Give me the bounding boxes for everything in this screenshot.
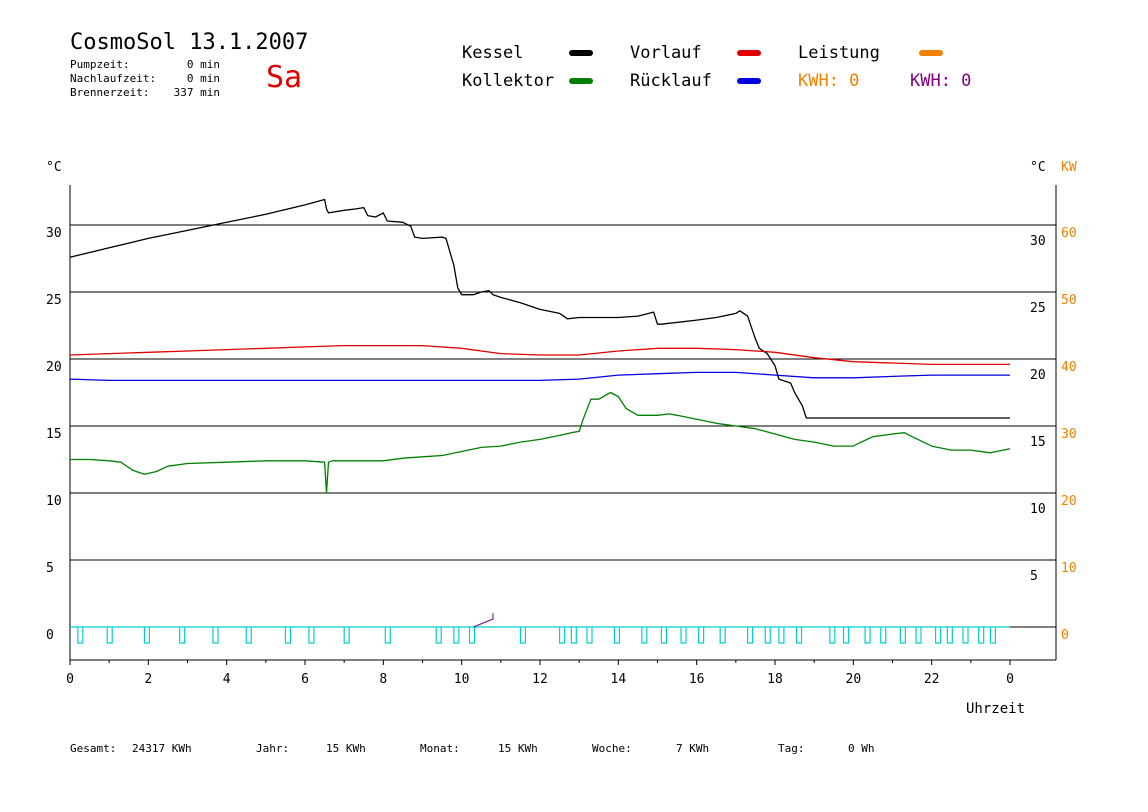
pump-pulse <box>962 627 969 644</box>
pump-pulse <box>978 627 985 644</box>
y-tick-label-kw: 50 <box>1061 293 1077 308</box>
y-tick-label-right: 30 <box>1030 234 1046 249</box>
footer-monat-value: 15 KWh <box>498 742 538 755</box>
y-tick-label-left: 5 <box>46 561 54 576</box>
x-tick-label: 0 <box>1006 672 1014 687</box>
pump-pulse <box>989 627 997 644</box>
x-tick-label: 14 <box>611 672 627 687</box>
x-tick-label: 16 <box>689 672 705 687</box>
x-tick-label: 6 <box>301 672 309 687</box>
series-line-kessel <box>69 198 1010 419</box>
pump-pulse <box>680 627 687 644</box>
pump-pulse <box>106 627 113 644</box>
y-tick-label-kw: 30 <box>1061 427 1077 442</box>
footer-woche-label: Woche: <box>592 742 632 755</box>
pump-pulse <box>864 627 871 644</box>
footer-woche-value: 7 KWh <box>676 742 710 755</box>
footer-monat-label: Monat: <box>420 742 460 755</box>
footer-gesamt-label: Gesamt: <box>70 742 117 755</box>
x-tick-label: 10 <box>454 672 470 687</box>
y-tick-label-left: 20 <box>46 360 62 375</box>
pump-pulse <box>915 627 922 644</box>
pump-pulse <box>880 627 887 644</box>
pump-pulse <box>77 627 84 644</box>
pump-pulse <box>570 627 577 644</box>
y-tick-label-kw: 0 <box>1061 628 1069 643</box>
pump-pulse <box>660 627 668 644</box>
y-tick-label-kw: 40 <box>1061 360 1077 375</box>
pump-pulse <box>842 627 850 644</box>
footer-stats: Gesamt: 24317 KWh Jahr: 15 KWh Monat: 15… <box>70 742 970 758</box>
y-tick-label-left: 30 <box>46 226 62 241</box>
x-tick-label: 2 <box>144 672 152 687</box>
y-axis-unit-right: °C <box>1030 160 1046 175</box>
footer-tag-value: 0 Wh <box>848 742 875 755</box>
pump-pulse <box>899 627 906 644</box>
pump-pulse <box>946 627 953 644</box>
series-line-ruecklauf <box>69 371 1010 382</box>
y-tick-label-left: 25 <box>46 293 62 308</box>
y-tick-label-right: 5 <box>1030 569 1038 584</box>
x-tick-label: 18 <box>767 672 783 687</box>
y-axis-unit-left: °C <box>46 160 62 175</box>
pump-pulse <box>829 627 836 644</box>
x-tick-label: 8 <box>379 672 387 687</box>
y-tick-label-kw: 20 <box>1061 494 1077 509</box>
pump-pulse <box>586 627 593 644</box>
pump-pulse <box>698 627 705 644</box>
series-line-vorlauf <box>69 344 1010 366</box>
leistung-spike <box>473 613 494 628</box>
pump-pulse <box>519 627 527 644</box>
x-tick-label: 0 <box>66 672 74 687</box>
pump-pulse <box>343 627 350 644</box>
y-tick-label-left: 10 <box>46 494 62 509</box>
y-tick-label-right: 15 <box>1030 435 1046 450</box>
pump-pulse <box>308 627 315 644</box>
x-tick-label: 20 <box>846 672 862 687</box>
pump-pulse <box>212 627 219 644</box>
pump-pulse <box>179 627 186 644</box>
pump-pulse <box>778 627 785 644</box>
pump-pulse <box>435 627 442 644</box>
pump-pulse <box>613 627 621 644</box>
x-tick-label: 22 <box>924 672 940 687</box>
footer-jahr-label: Jahr: <box>256 742 290 755</box>
y-tick-label-left: 15 <box>46 427 62 442</box>
y-tick-label-kw: 10 <box>1061 561 1077 576</box>
series-line-kollektor <box>70 391 1011 494</box>
y-tick-label-right: 20 <box>1030 368 1046 383</box>
pump-pulse <box>558 627 566 644</box>
x-axis-label: Uhrzeit <box>966 701 1026 717</box>
footer-tag-label: Tag: <box>778 742 805 755</box>
y-tick-label-left: 0 <box>46 628 54 643</box>
pump-pulse <box>468 627 476 644</box>
x-tick-label: 12 <box>532 672 548 687</box>
y-tick-label-right: 10 <box>1030 502 1046 517</box>
pump-pulse <box>764 627 771 644</box>
temperature-chart: 0510152025305101520253001020304050600 2 4 6… <box>46 50 1077 687</box>
y-tick-label-kw: 60 <box>1061 226 1077 241</box>
pump-pulse <box>245 627 252 644</box>
pump-pulse <box>719 627 726 644</box>
pump-pulse <box>284 627 292 644</box>
y-tick-label-right: 25 <box>1030 301 1046 316</box>
pump-pulse <box>453 627 460 644</box>
pump-pulse <box>143 627 151 644</box>
pump-pulse <box>641 627 648 644</box>
pump-pulse <box>746 627 754 644</box>
footer-jahr-value: 15 KWh <box>326 742 366 755</box>
footer-gesamt-value: 24317 KWh <box>132 742 192 755</box>
y-axis-unit-kw: KW <box>1061 160 1077 175</box>
pump-pulse <box>934 627 942 644</box>
pump-pulse <box>795 627 803 644</box>
x-tick-label: 4 <box>223 672 231 687</box>
pump-pulse <box>384 627 391 644</box>
